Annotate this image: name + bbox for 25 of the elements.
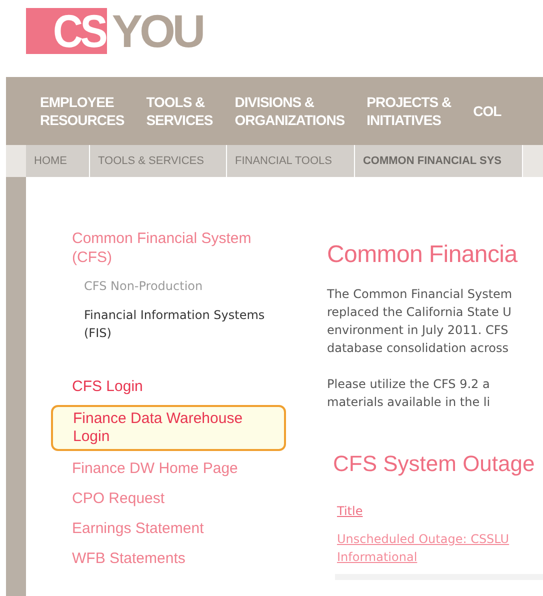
outage-link[interactable]: Unscheduled Outage: CSSLU Informational	[337, 530, 510, 566]
sidebar-link[interactable]: CFS Login	[72, 378, 143, 396]
sidebar-link[interactable]: Finance Data Warehouse Login	[51, 405, 286, 451]
nav-link[interactable]: EMPLOYEE RESOURCES	[40, 93, 124, 129]
breadcrumb-link[interactable]: COMMON FINANCIAL SYS	[354, 145, 522, 177]
column-header-link[interactable]: Title	[337, 502, 363, 520]
nav-link[interactable]: DIVISIONS & ORGANIZATIONS	[234, 93, 345, 129]
logo[interactable]: CSYOU	[26, 8, 203, 54]
section-heading: CFS System Outage	[333, 451, 536, 477]
sidebar-link[interactable]: WFB Statements	[72, 550, 186, 568]
paragraph: The Common Financial System replaced the California State U environment in July 2011. CFS database consolidation across	[327, 286, 514, 357]
sidebar-subitem[interactable]: Financial Information Systems (FIS)	[84, 306, 284, 342]
page-heading: Common Financia	[327, 240, 519, 270]
paragraph: Please utilize the CFS 9.2 a materials available in the li	[327, 376, 492, 411]
nav-link[interactable]: PROJECTS & INITIATIVES	[366, 93, 452, 129]
nav-link[interactable]: COL	[473, 102, 502, 120]
breadcrumb-link[interactable]: TOOLS & SERVICES	[90, 145, 227, 177]
sidebar-link[interactable]: CPO Request	[72, 490, 165, 508]
breadcrumb-link[interactable]: FINANCIAL TOOLS	[226, 145, 355, 177]
sidebar-subitem[interactable]: CFS Non-Production	[84, 277, 284, 295]
breadcrumb-link[interactable]: HOME	[26, 145, 90, 177]
sidebar-link[interactable]: Earnings Statement	[72, 520, 204, 538]
sidebar-link[interactable]: Finance DW Home Page	[72, 460, 238, 478]
nav-link[interactable]: TOOLS & SERVICES	[146, 93, 213, 129]
sidebar-section-link[interactable]: Common Financial System (CFS)	[72, 229, 282, 267]
